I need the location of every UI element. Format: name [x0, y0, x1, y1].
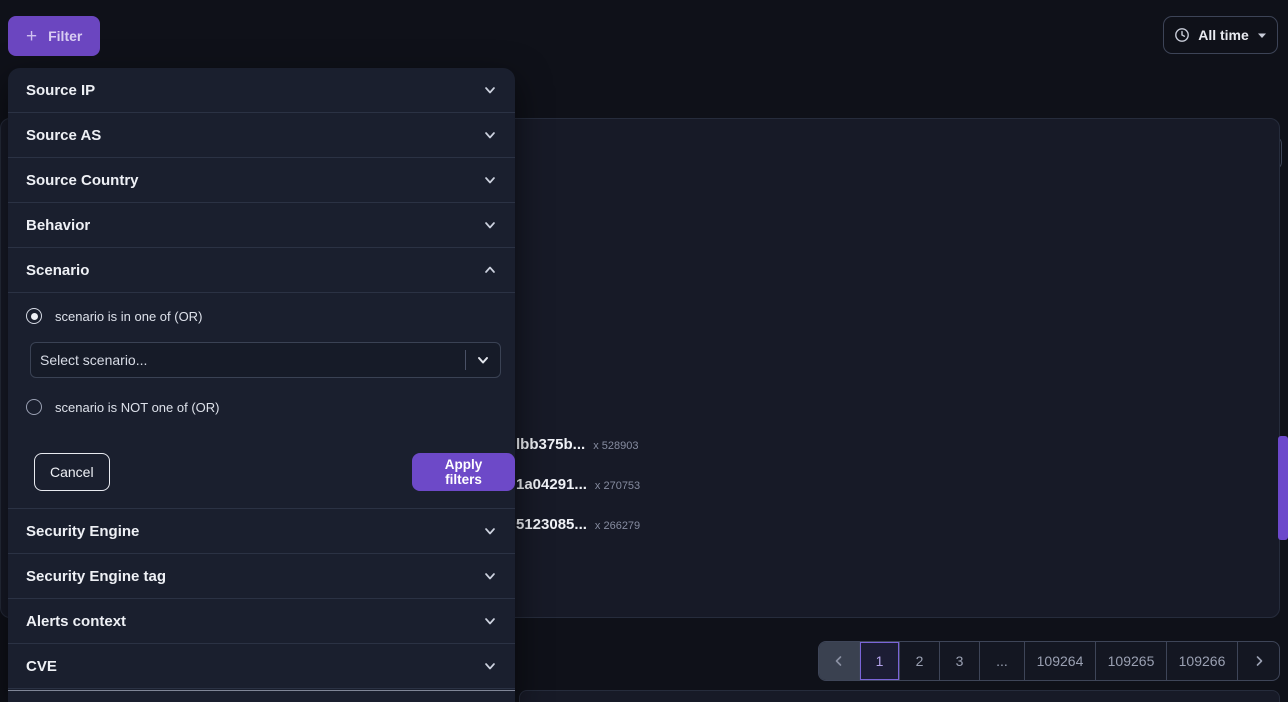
filter-sections-bottom: Security Engine Security Engine tag Alerts…: [8, 509, 515, 689]
chevron-down-icon: [483, 218, 497, 232]
pagination: 123...109264109265109266: [818, 641, 1280, 681]
filter-section-source-ip[interactable]: Source IP: [8, 68, 515, 113]
legend-item-clipped: 5123085... x 266279: [516, 510, 640, 538]
chevron-down-icon: [483, 83, 497, 97]
filter-section-label: Source IP: [26, 82, 95, 99]
filter-section-source-as[interactable]: Source AS: [8, 113, 515, 158]
filter-button[interactable]: + Filter: [8, 16, 100, 56]
legend-name: 5123085...: [516, 516, 587, 533]
filter-section-scenario[interactable]: Scenario: [8, 248, 515, 293]
clock-icon: [1174, 27, 1190, 43]
chevron-down-icon: [483, 524, 497, 538]
scenario-select[interactable]: Select scenario...: [30, 342, 501, 378]
legend-item-clipped: 1a04291... x 270753: [516, 470, 640, 498]
filter-section-behavior[interactable]: Behavior: [8, 203, 515, 248]
radio-unselected-icon: [26, 399, 42, 415]
filter-section-source-country[interactable]: Source Country: [8, 158, 515, 203]
page-button-1[interactable]: 1: [860, 642, 900, 680]
page-ellipsis: ...: [980, 642, 1025, 680]
filter-section-label: Security Engine tag: [26, 568, 166, 585]
chevron-down-icon: [483, 173, 497, 187]
chevron-down-icon: [483, 128, 497, 142]
chevron-down-icon: [476, 353, 490, 367]
apply-filters-button[interactable]: Apply filters: [412, 453, 515, 491]
legend-name: 1a04291...: [516, 476, 587, 493]
page-button-109266[interactable]: 109266: [1167, 642, 1238, 680]
legend-count: x 528903: [593, 440, 638, 452]
chevron-up-icon: [483, 263, 497, 277]
page-button-3[interactable]: 3: [940, 642, 980, 680]
divider: [8, 690, 515, 691]
legend-count: x 266279: [595, 520, 640, 532]
filter-section-label: Security Engine: [26, 523, 139, 540]
filter-section-label: Source Country: [26, 172, 139, 189]
chevron-down-icon: [483, 659, 497, 673]
filter-section-label: Alerts context: [26, 613, 126, 630]
legend-name: lbb375b...: [516, 436, 585, 453]
divider: [465, 350, 466, 370]
next-card-edge: [519, 690, 1280, 702]
radio-label: scenario is in one of (OR): [55, 309, 202, 324]
plus-icon: +: [26, 27, 37, 46]
filter-panel: Source IP Source AS Source Country Behavior…: [8, 68, 515, 702]
scenario-select-placeholder: Select scenario...: [31, 352, 465, 368]
time-range-label: All time: [1198, 27, 1249, 43]
page-button-109265[interactable]: 109265: [1096, 642, 1167, 680]
chevron-down-icon: [483, 569, 497, 583]
radio-scenario-in[interactable]: scenario is in one of (OR): [26, 308, 202, 324]
radio-label: scenario is NOT one of (OR): [55, 400, 219, 415]
radio-scenario-not[interactable]: scenario is NOT one of (OR): [26, 399, 219, 415]
legend-item-clipped: lbb375b... x 528903: [516, 430, 638, 458]
filter-section-security-engine-tag[interactable]: Security Engine tag: [8, 554, 515, 599]
filter-section-label: CVE: [26, 658, 57, 675]
chevron-right-icon: [1253, 655, 1265, 667]
page: + Filter All time Visibility: NoneSummar…: [0, 0, 1288, 702]
chevron-left-icon: [833, 655, 845, 667]
filter-sections-top: Source IP Source AS Source Country Behavior: [8, 68, 515, 248]
scrollbar-thumb[interactable]: [1278, 436, 1288, 540]
scenario-filter-body: scenario is in one of (OR) Select scenar…: [8, 293, 515, 509]
cancel-button[interactable]: Cancel: [34, 453, 110, 491]
pagination-next-button[interactable]: [1238, 642, 1279, 680]
filter-button-label: Filter: [48, 28, 82, 44]
filter-section-cve[interactable]: CVE: [8, 644, 515, 689]
legend-count: x 270753: [595, 480, 640, 492]
filter-section-security-engine[interactable]: Security Engine: [8, 509, 515, 554]
filter-section-label: Scenario: [26, 262, 89, 279]
pagination-prev-button[interactable]: [819, 642, 860, 680]
radio-selected-icon: [26, 308, 42, 324]
time-range-button[interactable]: All time: [1163, 16, 1278, 54]
chevron-down-icon: [483, 614, 497, 628]
filter-section-alerts-context[interactable]: Alerts context: [8, 599, 515, 644]
page-button-2[interactable]: 2: [900, 642, 940, 680]
filter-section-label: Source AS: [26, 127, 101, 144]
chevron-down-icon: [1257, 32, 1267, 39]
page-button-109264[interactable]: 109264: [1025, 642, 1096, 680]
filter-section-label: Behavior: [26, 217, 90, 234]
